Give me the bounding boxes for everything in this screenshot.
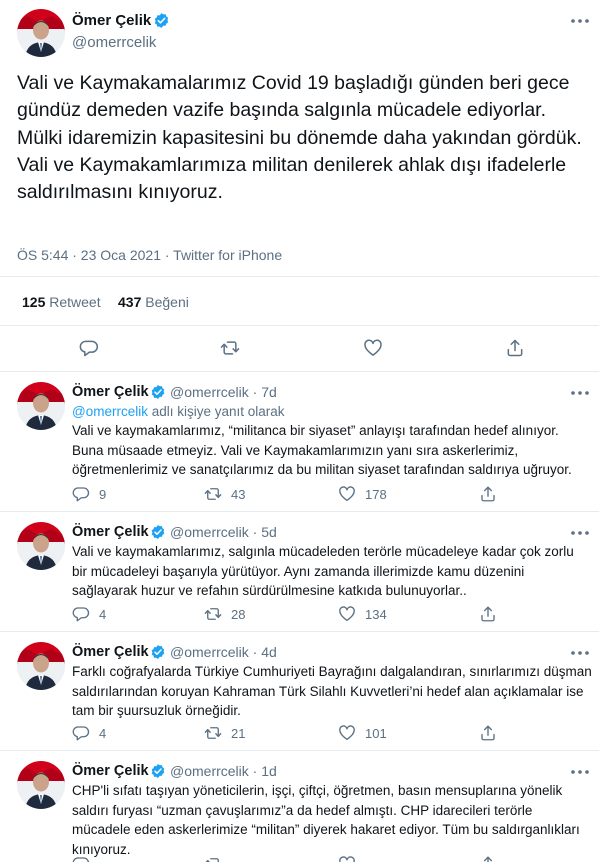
- author-name[interactable]: Ömer Çelik: [72, 524, 149, 540]
- more-options-icon[interactable]: [570, 768, 590, 776]
- like-icon: [339, 606, 355, 622]
- retweet-count: 43: [231, 487, 246, 502]
- reply-tweet[interactable]: Ömer Çelik @omerrcelik · 4d Farklı coğra…: [0, 632, 599, 751]
- share-icon: [481, 856, 495, 862]
- like-icon: [339, 856, 355, 862]
- like-count: 101: [365, 726, 387, 741]
- more-options-icon[interactable]: [570, 17, 590, 25]
- like-count: 437: [118, 294, 142, 310]
- retweet-icon[interactable]: [220, 338, 240, 358]
- share-icon: [481, 725, 495, 741]
- retweet-icon: [204, 858, 222, 862]
- reply-text: CHP'li sıfatı taşıyan yöneticilerin, işç…: [72, 783, 580, 857]
- tweet-paragraph: Vali ve Kaymakamlarımıza militan deniler…: [17, 153, 567, 204]
- more-options-icon[interactable]: [570, 529, 590, 537]
- retweet-count: 125: [22, 294, 46, 310]
- profile-photo: [17, 9, 65, 57]
- main-tweet: Ömer Çelik @omerrcelik Vali ve Kaymakama…: [0, 0, 599, 372]
- verified-badge-icon: [154, 12, 169, 29]
- profile-photo: [17, 522, 65, 570]
- verified-badge-icon: [151, 524, 165, 540]
- replying-to: @omerrcelik adlı kişiye yanıt olarak: [72, 402, 592, 422]
- like-label: Beğeni: [145, 294, 189, 310]
- author-handle[interactable]: @omerrcelik: [72, 34, 156, 51]
- profile-photo: [17, 642, 65, 690]
- reply-icon: [72, 487, 90, 502]
- like-count: 178: [365, 487, 387, 502]
- tweet-stats: 125 Retweet 437 Beğeni: [0, 276, 599, 326]
- author-name[interactable]: Ömer Çelik: [72, 763, 149, 779]
- share-icon[interactable]: [505, 338, 525, 358]
- reply-icon: [72, 607, 90, 622]
- reply-actions: 4 28 134: [72, 605, 592, 625]
- verified-badge-icon: [151, 763, 165, 779]
- like-icon[interactable]: [363, 338, 383, 358]
- more-options-icon[interactable]: [570, 389, 590, 397]
- author-handle[interactable]: @omerrcelik · 4d: [170, 644, 277, 660]
- avatar[interactable]: [17, 761, 65, 809]
- more-options-icon[interactable]: [570, 649, 590, 657]
- like-stat[interactable]: 437 Beğeni: [118, 294, 189, 310]
- reply-to-label: adlı kişiye yanıt olarak: [147, 404, 285, 419]
- author-name[interactable]: Ömer Çelik: [72, 384, 149, 400]
- avatar[interactable]: [17, 382, 65, 430]
- retweet-count: 28: [231, 607, 246, 622]
- profile-photo: [17, 382, 65, 430]
- avatar[interactable]: [17, 522, 65, 570]
- tweet-timestamp[interactable]: ÖS 5:44 · 23 Oca 2021 · Twitter for iPho…: [17, 247, 282, 263]
- tweet-paragraph: Vali ve Kaymakamalarımız Covid 19 başlad…: [17, 72, 582, 149]
- verified-badge-icon: [151, 384, 165, 400]
- like-icon: [339, 725, 355, 741]
- reply-count: 4: [99, 726, 107, 741]
- like-icon: [339, 486, 355, 502]
- retweet-stat[interactable]: 125 Retweet: [22, 294, 101, 310]
- reply-icon: [72, 857, 90, 862]
- tweet-actions: [0, 336, 599, 360]
- reply-count: 4: [99, 607, 107, 622]
- reply-text: Farklı coğrafyalarda Türkiye Cumhuriyeti…: [72, 664, 592, 718]
- author-name[interactable]: Ömer Çelik: [72, 12, 151, 29]
- tweet-text: Vali ve Kaymakamalarımız Covid 19 başlad…: [17, 70, 582, 206]
- retweet-count: 21: [231, 726, 246, 741]
- reply-tweet[interactable]: Ömer Çelik @omerrcelik · 7d @omerrcelik …: [0, 372, 599, 512]
- reply-actions: [72, 855, 592, 862]
- reply-text: Vali ve kaymakamlarımız, “militanca bir …: [72, 423, 572, 477]
- avatar[interactable]: [17, 9, 65, 57]
- retweet-icon: [204, 608, 222, 620]
- verified-badge-icon: [151, 644, 165, 660]
- retweet-icon: [204, 488, 222, 500]
- reply-icon: [72, 726, 90, 741]
- reply-actions: 9 43 178: [72, 485, 592, 505]
- retweet-label: Retweet: [49, 294, 101, 310]
- author-handle[interactable]: @omerrcelik · 1d: [170, 763, 277, 779]
- reply-actions: 4 21 101: [72, 724, 592, 744]
- reply-tweet[interactable]: Ömer Çelik @omerrcelik · 5d Vali ve kaym…: [0, 512, 599, 632]
- author-name[interactable]: Ömer Çelik: [72, 644, 149, 660]
- share-icon: [481, 486, 495, 502]
- reply-to-link[interactable]: @omerrcelik: [72, 404, 148, 419]
- author-handle[interactable]: @omerrcelik · 5d: [170, 524, 277, 540]
- reply-count: 9: [99, 487, 107, 502]
- reply-icon[interactable]: [79, 338, 99, 358]
- share-icon: [481, 606, 495, 622]
- avatar[interactable]: [17, 642, 65, 690]
- retweet-icon: [204, 727, 222, 739]
- reply-text: Vali ve kaymakamlarımız, salgınla mücade…: [72, 544, 574, 598]
- reply-tweet[interactable]: Ömer Çelik @omerrcelik · 1d CHP'li sıfat…: [0, 751, 599, 862]
- author-handle[interactable]: @omerrcelik · 7d: [170, 384, 277, 400]
- profile-photo: [17, 761, 65, 809]
- like-count: 134: [365, 607, 387, 622]
